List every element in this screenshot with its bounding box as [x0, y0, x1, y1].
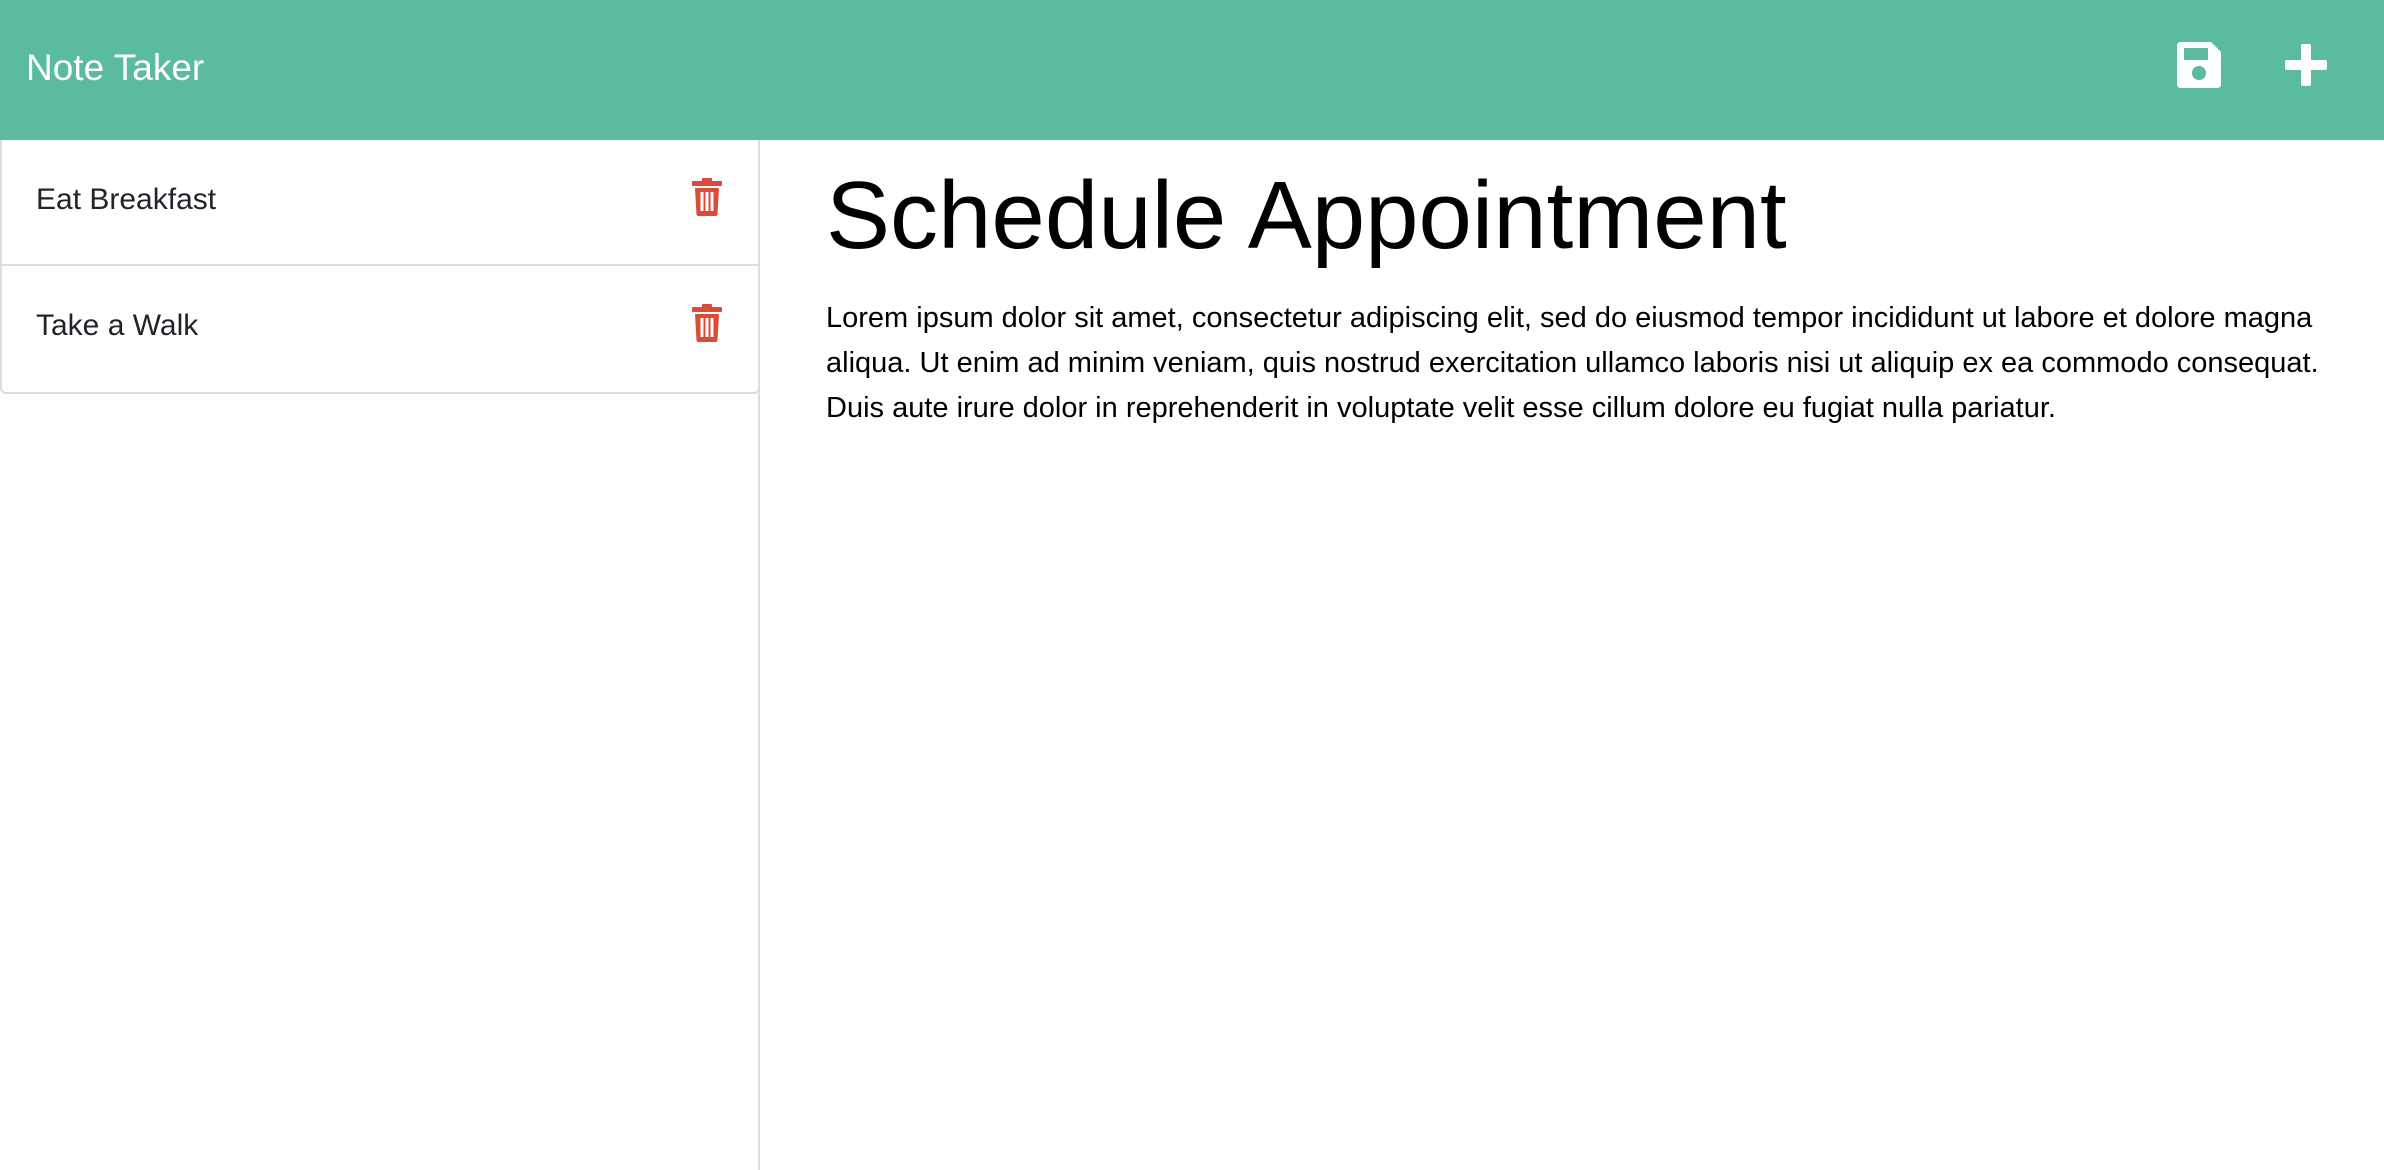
new-note-button[interactable] [2282, 40, 2330, 90]
navbar: Note Taker [0, 0, 2384, 140]
sidebar: Eat Breakfast Take a Walk [0, 140, 760, 1170]
note-title-input[interactable]: Schedule Appointment [826, 160, 2326, 272]
note-list-item-title[interactable]: Eat Breakfast [36, 180, 216, 220]
delete-note-button[interactable] [692, 178, 722, 216]
delete-note-button[interactable] [692, 304, 722, 342]
note-list-item[interactable]: Eat Breakfast [2, 140, 758, 266]
trash-icon [692, 178, 722, 216]
save-icon [2177, 42, 2221, 88]
note-editor: Schedule Appointment Lorem ipsum dolor s… [762, 140, 2384, 1170]
note-list: Eat Breakfast Take a Walk [0, 140, 760, 394]
app-title[interactable]: Note Taker [26, 44, 204, 92]
save-note-button[interactable] [2175, 40, 2223, 90]
note-text-area[interactable]: Lorem ipsum dolor sit amet, consectetur … [826, 296, 2356, 431]
plus-icon [2285, 44, 2327, 86]
note-list-item[interactable]: Take a Walk [2, 266, 758, 392]
note-list-item-title[interactable]: Take a Walk [36, 306, 198, 346]
trash-icon [692, 304, 722, 342]
